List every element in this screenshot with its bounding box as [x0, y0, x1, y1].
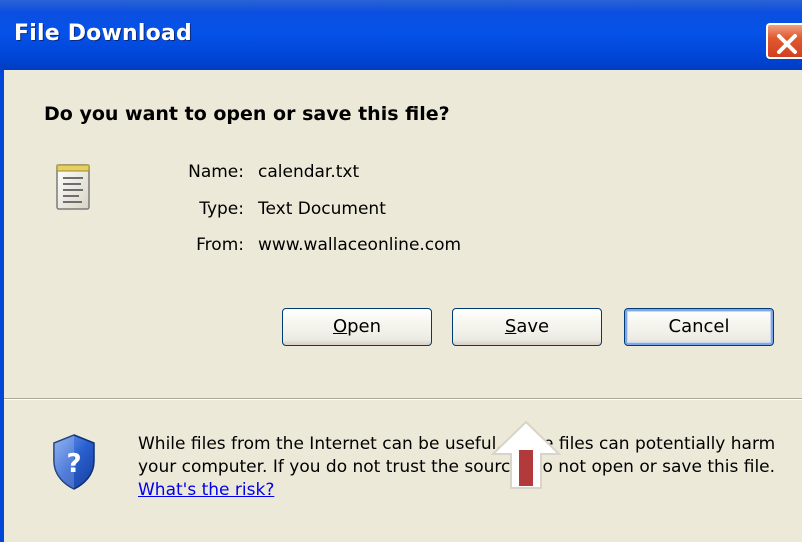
svg-text:?: ?	[66, 449, 81, 479]
type-label: Type:	[199, 199, 244, 219]
shield-question-icon: ?	[50, 433, 98, 495]
up-arrow-icon	[490, 420, 562, 494]
from-value: www.wallaceonline.com	[258, 235, 462, 255]
save-button[interactable]: Save	[452, 308, 602, 346]
close-button[interactable]	[766, 23, 802, 59]
title-bar[interactable]: File Download	[0, 0, 802, 70]
type-value: Text Document	[258, 199, 386, 219]
warning-message: While files from the Internet can be use…	[138, 434, 776, 477]
window-title: File Download	[14, 21, 192, 46]
open-button[interactable]: Open	[282, 308, 432, 346]
security-warning: While files from the Internet can be use…	[138, 433, 798, 502]
dialog-question: Do you want to open or save this file?	[44, 103, 450, 125]
name-label: Name:	[188, 162, 244, 182]
name-value: calendar.txt	[258, 162, 360, 182]
cancel-button[interactable]: Cancel	[624, 308, 774, 346]
close-icon	[777, 34, 797, 54]
text-file-icon	[54, 162, 94, 216]
field-labels: Name: Type: From:	[164, 160, 244, 260]
dialog-body: Do you want to open or save this file? N…	[0, 70, 802, 542]
field-values: calendar.txt Text Document www.wallaceon…	[258, 160, 658, 260]
from-label: From:	[196, 235, 244, 255]
file-download-dialog: File Download Do you want to open or sav…	[0, 0, 802, 542]
whats-the-risk-link[interactable]: What's the risk?	[138, 480, 274, 500]
